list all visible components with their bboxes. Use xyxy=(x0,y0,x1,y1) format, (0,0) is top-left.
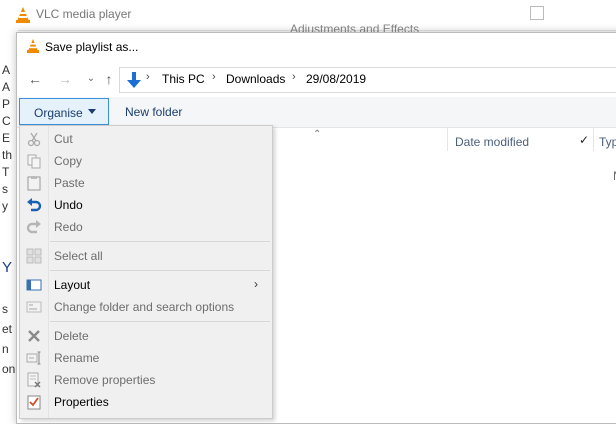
bg-text-line: T xyxy=(2,165,10,179)
bg-text-line: on xyxy=(2,362,16,376)
menu-separator xyxy=(50,270,270,271)
menu-item-delete[interactable]: Delete xyxy=(20,325,272,347)
dialog-title: Save playlist as... xyxy=(45,40,139,54)
submenu-arrow-icon: › xyxy=(254,277,258,291)
bg-text-line: C xyxy=(2,114,11,128)
delete-icon xyxy=(28,330,40,342)
menu-item-label: Remove properties xyxy=(54,373,156,387)
menu-item-properties[interactable]: Properties xyxy=(20,391,272,413)
downloads-icon xyxy=(127,72,141,88)
menu-item-rename[interactable]: Rename xyxy=(20,347,272,369)
organise-label: Organise xyxy=(34,106,83,120)
copy-icon xyxy=(27,154,41,169)
menu-item-label: Rename xyxy=(54,351,100,365)
menu-item-label: Layout xyxy=(54,278,91,292)
menu-item-select-all[interactable]: Select all xyxy=(20,245,272,267)
menu-item-label: Change folder and search options xyxy=(54,300,235,314)
bg-text-line: et xyxy=(2,322,13,336)
menu-item-paste[interactable]: Paste xyxy=(20,172,272,194)
column-header-date-modified[interactable]: Date modified xyxy=(455,135,529,149)
bg-text-line: s xyxy=(2,302,8,316)
organise-button[interactable]: Organise xyxy=(19,98,109,125)
bg-text-line: E xyxy=(2,131,11,145)
menu-item-label: Undo xyxy=(54,198,83,212)
breadcrumb-separator-icon[interactable]: › xyxy=(292,71,296,83)
breadcrumb-separator-icon[interactable]: › xyxy=(212,71,216,83)
menu-item-cut[interactable]: Cut xyxy=(20,128,272,150)
forward-arrow-icon[interactable]: → xyxy=(55,69,75,89)
bg-text-line: s xyxy=(2,182,8,196)
column-divider[interactable] xyxy=(593,127,594,151)
bg-text-line: th xyxy=(2,148,13,162)
checkmark-icon: ✓ xyxy=(579,133,590,147)
address-bar[interactable]: › This PC › Downloads › 29/08/2019 xyxy=(119,67,616,93)
scissors-icon xyxy=(27,132,41,147)
bg-text-line: A xyxy=(2,80,11,94)
menu-item-label: Copy xyxy=(54,154,83,168)
bg-text-line: n xyxy=(2,342,9,356)
menu-separator xyxy=(50,321,270,322)
menu-item-undo[interactable]: Undo xyxy=(20,194,272,216)
bg-text-line: Y xyxy=(2,259,13,276)
dropdown-caret-icon xyxy=(88,109,96,114)
column-header-type[interactable]: Typ xyxy=(599,135,616,149)
column-divider[interactable] xyxy=(447,127,448,151)
menu-item-change-folder-options[interactable]: Change folder and search options xyxy=(20,296,272,318)
vlc-cone-icon xyxy=(16,7,30,23)
bg-text-line: y xyxy=(2,199,8,213)
menu-item-label: Delete xyxy=(54,329,89,343)
breadcrumb-date-folder[interactable]: 29/08/2019 xyxy=(306,72,366,86)
dialog-titlebar: Save playlist as... xyxy=(17,33,616,61)
vlc-window-title: VLC media player xyxy=(36,7,132,21)
menu-item-label: Cut xyxy=(54,132,73,146)
minimize-button[interactable] xyxy=(530,6,544,20)
menu-item-label: Paste xyxy=(54,176,85,190)
menu-item-remove-properties[interactable]: Remove properties xyxy=(20,369,272,391)
paste-icon xyxy=(27,176,41,191)
select-all-icon xyxy=(26,248,42,264)
redo-icon xyxy=(26,220,41,234)
rename-icon xyxy=(26,351,41,365)
undo-icon xyxy=(27,198,42,212)
folder-options-icon xyxy=(26,301,42,313)
new-folder-button[interactable]: New folder xyxy=(125,105,182,119)
remove-properties-icon xyxy=(27,372,41,388)
bg-text-line: A xyxy=(2,63,11,77)
menu-item-label: Select all xyxy=(54,249,103,263)
menu-item-label: Properties xyxy=(54,395,109,409)
menu-item-label: Redo xyxy=(54,220,83,234)
menu-item-layout[interactable]: Layout › xyxy=(20,274,272,296)
recent-locations-chevron-icon[interactable]: ⌄ xyxy=(81,69,101,89)
up-arrow-icon[interactable]: ↑ xyxy=(99,69,119,89)
breadcrumb-this-pc[interactable]: This PC xyxy=(162,72,205,86)
command-toolbar: Organise New folder xyxy=(17,97,616,128)
back-arrow-icon[interactable]: ← xyxy=(25,69,45,89)
layout-icon xyxy=(26,279,42,291)
breadcrumb-separator-icon[interactable]: › xyxy=(146,71,150,83)
menu-item-redo[interactable]: Redo xyxy=(20,216,272,238)
breadcrumb-downloads[interactable]: Downloads xyxy=(226,72,285,86)
bg-text-line: P xyxy=(2,97,11,111)
menu-separator xyxy=(50,241,270,242)
vlc-cone-icon xyxy=(27,39,39,53)
properties-icon xyxy=(27,395,41,410)
menu-item-copy[interactable]: Copy xyxy=(20,150,272,172)
sort-up-icon: ⌃ xyxy=(313,129,322,140)
organise-menu: Cut Copy Paste Undo Redo Select all Layo… xyxy=(19,125,273,419)
navigation-bar: ← → ⌄ ↑ › This PC › Downloads › 29/08/20… xyxy=(17,63,616,95)
